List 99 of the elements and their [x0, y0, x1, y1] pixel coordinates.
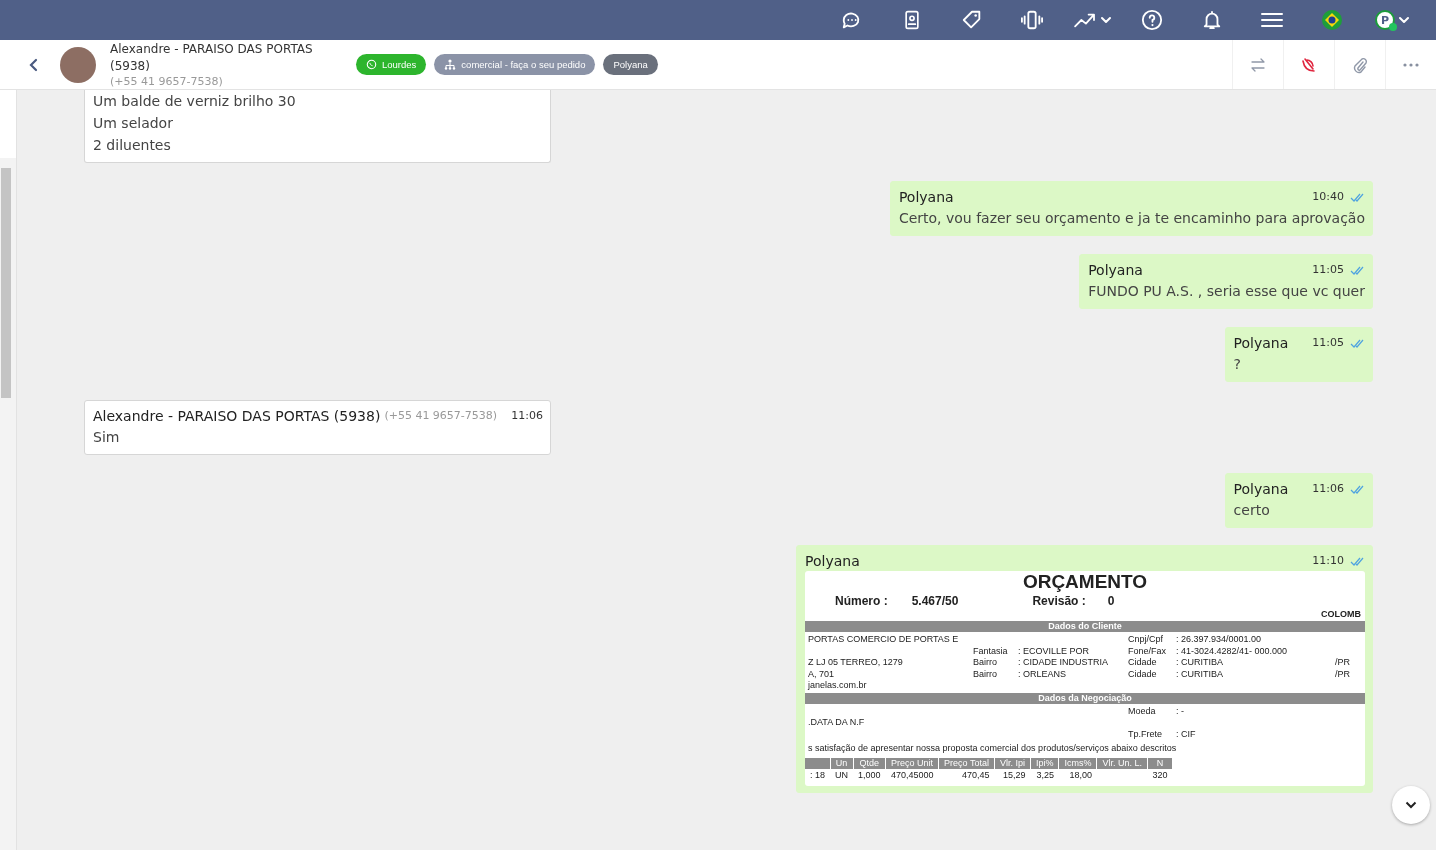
tag-icon[interactable] — [961, 9, 983, 31]
proposal-text: s satisfação de apresentar nossa proposta comercial dos produtos/serviços abaixo descritos — [808, 743, 1178, 754]
contact-phone: (+55 41 9657-7538) — [110, 75, 224, 88]
quote-document-image[interactable] — [805, 571, 1365, 786]
sender-name: Polyana — [1233, 480, 1289, 499]
field-label: Bairro — [973, 657, 998, 669]
section-heading: Dados do Cliente — [805, 621, 1365, 632]
message-time: 11:05 — [1312, 335, 1344, 351]
sender-name: Polyana — [898, 188, 954, 207]
message-time: 11:10 — [1312, 553, 1344, 569]
field-label: Moeda — [1128, 705, 1157, 717]
revision-number: 0 — [1107, 594, 1115, 609]
column-header: Preço Unit — [885, 758, 939, 769]
table-cell: 15,29 — [994, 769, 1031, 782]
contact-book-icon[interactable] — [902, 10, 922, 30]
scrollbar-thumb[interactable] — [1, 168, 11, 398]
city-text: COLOMB — [1320, 609, 1361, 620]
chevron-down-icon[interactable] — [1399, 16, 1409, 24]
sender-phone: (+55 41 9657-7538) — [384, 408, 498, 424]
section-heading: Dados da Negociação — [805, 692, 1365, 704]
revision-label: Revisão : — [1032, 594, 1086, 609]
message-text: Certo, vou fazer seu orçamento e ja te encaminho para aprovação — [898, 209, 1365, 228]
field-value: : CIDADE INDUSTRIA — [1018, 657, 1109, 669]
message-text: 2 diluentes — [93, 136, 172, 155]
whatsapp-icon — [366, 59, 377, 70]
tag[interactable]: Polyana — [603, 54, 658, 75]
menu-icon[interactable] — [1261, 12, 1283, 28]
message-text: Um balde de verniz brilho 30 — [93, 92, 297, 111]
more-icon[interactable] — [1403, 62, 1419, 67]
swap-arrows-icon[interactable] — [1249, 56, 1267, 73]
field-value: : 26.397.934/0001.00 — [1176, 634, 1263, 646]
field-label: Cidade — [1128, 657, 1158, 669]
tag[interactable]: comercial - faça o seu pedido — [434, 54, 596, 75]
message-time: 11:05 — [1312, 262, 1344, 278]
column-header: Icms% — [1058, 758, 1097, 769]
field-label: Bairro — [973, 668, 998, 680]
field-label: Cnpj/Cpf — [1128, 634, 1164, 646]
field-value: /PR — [1335, 668, 1351, 680]
phone-vibrate-icon[interactable] — [1020, 9, 1044, 31]
message-text: certo — [1233, 501, 1271, 520]
message-text: ? — [1233, 355, 1242, 374]
column-header: Vlr. Ipi — [994, 758, 1031, 769]
field-label: Tp.Frete — [1128, 728, 1163, 740]
table-cell: 470,45000 — [885, 769, 939, 782]
message-time: 11:06 — [511, 408, 543, 424]
table-cell: 18,00 — [1058, 769, 1097, 782]
table-cell: 3,25 — [1030, 769, 1059, 782]
column-header: Qtde — [853, 758, 886, 769]
flag-icon[interactable] — [1322, 10, 1342, 30]
message-text: Sim — [93, 428, 121, 447]
sender-name: Polyana — [805, 552, 860, 571]
table-cell: UN — [830, 769, 853, 782]
column-header: Vlr. Un. L. — [1096, 758, 1148, 769]
microphone-off-icon[interactable] — [1300, 55, 1318, 74]
contact-name: Alexandre - PARAISO DAS PORTAS (5938) — [110, 41, 314, 75]
sender-name: Polyana — [1233, 334, 1289, 353]
field-value: /PR — [1335, 657, 1351, 669]
document-text: Z LJ 05 TERREO, 1279 — [808, 657, 904, 669]
document-title: ORÇAMENTO — [1021, 571, 1149, 592]
bell-icon[interactable] — [1202, 9, 1222, 31]
document-text: .DATA DA N.F — [808, 717, 866, 729]
message-text: FUNDO PU A.S. , seria esse que vc quer — [1088, 282, 1365, 301]
chevron-down-icon — [1405, 801, 1417, 809]
hierarchy-icon — [444, 59, 457, 70]
paperclip-icon[interactable] — [1352, 55, 1368, 74]
field-label: Fone/Fax — [1128, 645, 1168, 657]
document-text: janelas.com.br — [808, 680, 868, 692]
field-label: Cidade — [1128, 668, 1158, 680]
message-time: 11:06 — [1312, 481, 1344, 497]
document-text: A, 701 — [808, 668, 836, 680]
field-value: : ECOVILLE POR — [1018, 645, 1091, 657]
column-header: Preço Total — [938, 758, 995, 769]
sender-name: Polyana — [1088, 261, 1143, 280]
tag[interactable]: Lourdes — [356, 54, 427, 75]
table-cell: 470,45 — [938, 769, 995, 782]
field-value: : ORLEANS — [1018, 668, 1067, 680]
sender-name: Alexandre - PARAISO DAS PORTAS (5938) — [93, 407, 381, 426]
number-label: Número : — [835, 594, 888, 609]
user-avatar[interactable]: P — [1375, 10, 1395, 30]
column-header: N — [1147, 758, 1173, 769]
message-text: Um selador — [93, 114, 174, 133]
trend-up-icon[interactable] — [1073, 11, 1097, 29]
field-value: : 41-3024.4282/41- 000.000 — [1176, 645, 1289, 657]
help-icon[interactable] — [1141, 9, 1163, 31]
table-cell: 320 — [1147, 769, 1173, 782]
field-value: : CURITIBA — [1176, 657, 1224, 669]
table-cell: : 18 — [805, 769, 830, 782]
contact-avatar — [60, 46, 96, 83]
message-time: 10:40 — [1312, 189, 1344, 205]
quote-number: 5.467/50 — [911, 594, 959, 609]
field-value: : CURITIBA — [1176, 668, 1224, 680]
field-value: : CIF — [1176, 728, 1197, 740]
field-label: Fantasia — [973, 645, 1009, 657]
column-header: Un — [830, 758, 853, 769]
chevron-down-icon[interactable] — [1101, 16, 1111, 24]
document-text: PORTAS COMERCIO DE PORTAS E — [808, 634, 960, 646]
table-cell: 1,000 — [853, 769, 886, 782]
column-header: Ipi% — [1030, 758, 1059, 769]
field-value: : - — [1176, 705, 1185, 717]
